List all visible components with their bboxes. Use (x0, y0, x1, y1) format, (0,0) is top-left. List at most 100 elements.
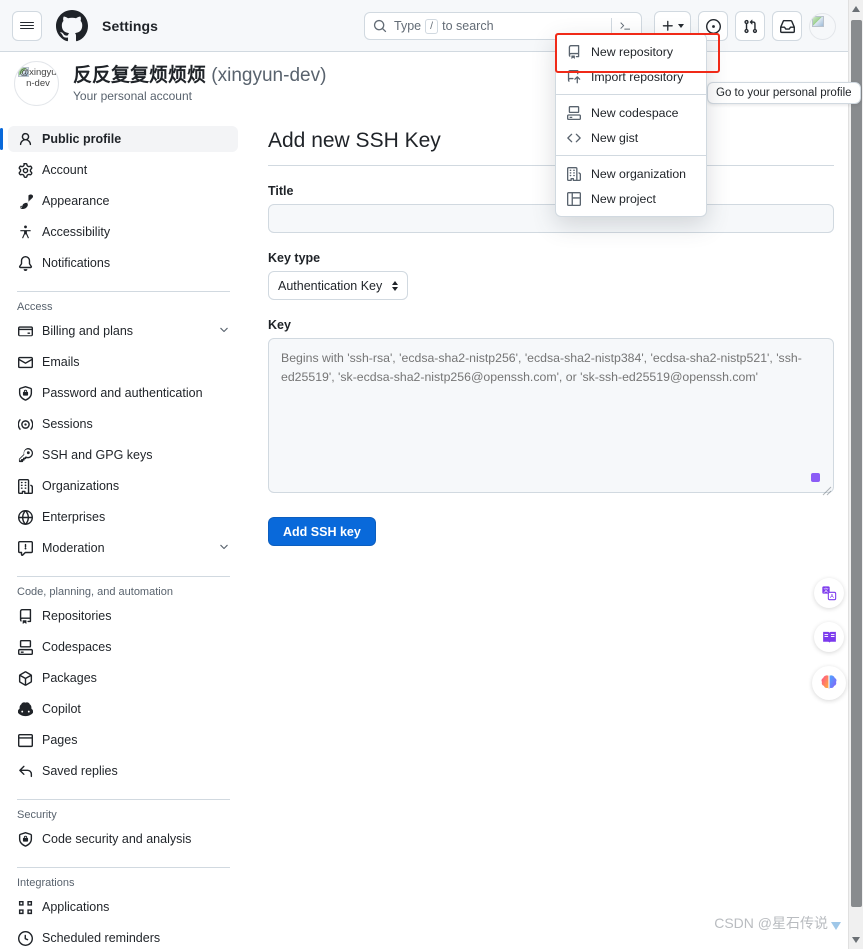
translate-icon[interactable]: 文 A (814, 578, 844, 608)
csdn-watermark: CSDN @星石传说 (714, 913, 841, 933)
grammar-assist-dot[interactable] (811, 473, 820, 482)
sidebar-item-label: Packages (42, 671, 97, 685)
resize-handle[interactable] (820, 484, 832, 496)
add-ssh-key-button[interactable]: Add SSH key (268, 517, 376, 546)
gear-icon (17, 162, 33, 178)
inbox-icon[interactable] (772, 11, 802, 41)
menu-item-label: New codespace (591, 105, 679, 120)
sidebar-item-label: Codespaces (42, 640, 112, 654)
ssh-key-textarea[interactable] (268, 338, 834, 493)
broadcast-icon (17, 418, 33, 430)
sidebar-item-label: Code security and analysis (42, 832, 192, 846)
menu-item-new-project[interactable]: New project (556, 186, 706, 211)
scrollbar-thumb[interactable] (851, 20, 862, 907)
hamburger-icon[interactable] (12, 10, 42, 41)
sidebar-item-label: Saved replies (42, 764, 118, 778)
scroll-up-arrow-icon[interactable] (852, 6, 860, 12)
accessibility-icon (17, 224, 33, 240)
menu-item-new-organization[interactable]: New organization (556, 161, 706, 186)
sidebar-item-accessibility[interactable]: Accessibility (8, 219, 238, 245)
menu-item-label: New project (591, 191, 656, 206)
sidebar-item-scheduled-reminders[interactable]: Scheduled reminders (8, 925, 238, 949)
sidebar-divider (17, 799, 230, 800)
reply-icon (17, 763, 33, 779)
github-logo-icon[interactable] (56, 9, 88, 42)
sidebar-item-label: Organizations (42, 479, 120, 493)
chevron-updown-icon (392, 280, 399, 291)
avatar[interactable]: @xingyun-dev (14, 60, 59, 106)
profile-subtitle: Your personal account (73, 88, 192, 103)
paintbrush-icon (19, 194, 33, 209)
package-icon (18, 670, 32, 686)
menu-item-new-codespace[interactable]: New codespace (556, 100, 706, 125)
sidebar-item-notifications[interactable]: Notifications (8, 250, 238, 276)
sidebar-item-ssh-and-gpg-keys[interactable]: SSH and GPG keys (8, 442, 238, 468)
sidebar-item-copilot[interactable]: Copilot (8, 696, 238, 722)
menu-item-import-repository[interactable]: Import repository (556, 64, 706, 89)
sidebar-item-pages[interactable]: Pages (8, 727, 238, 753)
ssh-title-input[interactable] (268, 204, 834, 233)
reply-icon (18, 765, 32, 777)
menu-item-new-gist[interactable]: New gist (556, 125, 706, 150)
codespaces-icon (566, 105, 582, 121)
organization-icon (566, 166, 582, 182)
chevron-down-icon[interactable] (218, 541, 230, 556)
sidebar-item-applications[interactable]: Applications (8, 894, 238, 920)
repo-icon (566, 44, 582, 60)
sidebar-item-sessions[interactable]: Sessions (8, 411, 238, 437)
dictionary-icon[interactable] (814, 622, 844, 652)
clock-icon (17, 930, 33, 946)
sidebar-item-repositories[interactable]: Repositories (8, 603, 238, 629)
sidebar-item-label: Enterprises (42, 510, 106, 524)
menu-item-new-repository[interactable]: New repository (556, 39, 706, 64)
pull-request-icon[interactable] (735, 11, 765, 41)
browser-icon (17, 732, 33, 748)
ai-brain-icon[interactable] (812, 666, 846, 700)
sidebar-item-label: Copilot (42, 702, 81, 716)
shield-lock-icon (18, 385, 32, 401)
sidebar-item-enterprises[interactable]: Enterprises (8, 504, 238, 530)
search-placeholder: Type / to search (394, 18, 494, 34)
user-avatar-icon[interactable] (809, 12, 836, 40)
sidebar-item-saved-replies[interactable]: Saved replies (8, 758, 238, 784)
gear-icon (18, 162, 32, 178)
sidebar-item-billing-and-plans[interactable]: Billing and plans (8, 318, 238, 344)
menu-item-label: Import repository (591, 69, 684, 84)
credit-card-icon (17, 325, 33, 336)
sidebar-item-moderation[interactable]: Moderation (8, 535, 238, 561)
sidebar-item-packages[interactable]: Packages (8, 665, 238, 691)
sidebar-item-organizations[interactable]: Organizations (8, 473, 238, 499)
sidebar-item-password-and-authentication[interactable]: Password and authentication (8, 380, 238, 406)
shield-lock-icon (17, 831, 33, 847)
report-icon (17, 540, 33, 556)
clock-icon (17, 930, 33, 946)
code-icon (567, 133, 581, 142)
sidebar-section-label: Access (17, 301, 53, 313)
sidebar-item-codespaces[interactable]: Codespaces (8, 634, 238, 660)
chevron-down-icon[interactable] (218, 324, 230, 339)
sidebar-item-public-profile[interactable]: Public profile (0, 126, 238, 152)
project-icon (566, 191, 582, 207)
key-icon (18, 447, 33, 462)
key-textarea-wrapper (268, 338, 834, 498)
sidebar-item-label: Appearance (42, 194, 110, 208)
floating-action-buttons: 文 A (812, 578, 846, 714)
create-new-dropdown-menu[interactable]: New repository Import repository New codes… (555, 33, 707, 217)
sidebar-item-appearance[interactable]: Appearance (8, 188, 238, 214)
main-content: Add new SSH Key Title Key type Authentic… (268, 126, 834, 546)
profile-name: 反反复复烦烦烦 (xingyun-dev) (73, 64, 326, 88)
sidebar-section-label: Code, planning, and automation (17, 586, 173, 598)
settings-sidebar[interactable]: Public profile Account Appearance Accessibi… (0, 126, 238, 949)
terminal-icon[interactable] (611, 18, 633, 34)
sidebar-item-emails[interactable]: Emails (8, 349, 238, 375)
credit-card-icon (17, 323, 33, 339)
repo-icon (568, 44, 580, 59)
sidebar-item-label: Password and authentication (42, 386, 203, 400)
scroll-down-arrow-icon[interactable] (852, 937, 860, 943)
organization-icon (567, 166, 581, 181)
sidebar-item-code-security-and-analysis[interactable]: Code security and analysis (8, 826, 238, 852)
bell-icon (17, 255, 33, 271)
sidebar-item-account[interactable]: Account (8, 157, 238, 183)
page-scrollbar[interactable] (848, 0, 863, 949)
key-type-select[interactable]: Authentication Key (268, 271, 409, 300)
